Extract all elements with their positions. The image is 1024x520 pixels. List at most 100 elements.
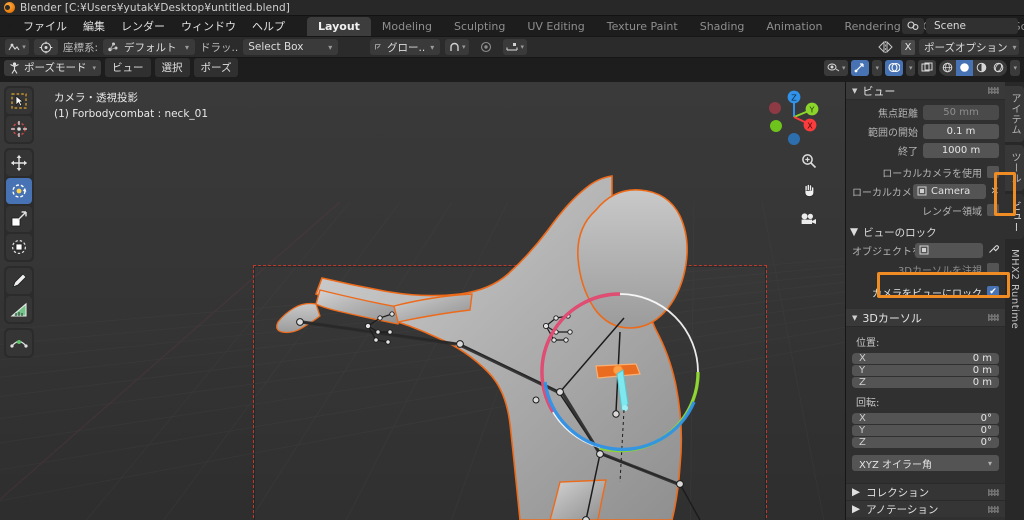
camera-to-view-checkbox[interactable] [987, 286, 999, 298]
tab-uv-editing[interactable]: UV Editing [516, 17, 595, 36]
transform-pivot-dropdown[interactable]: グロー.. ▾ [370, 39, 441, 55]
local-camera-use-checkbox[interactable] [987, 166, 999, 178]
cursor-icon[interactable] [6, 116, 32, 142]
menu-window[interactable]: ウィンドウ [173, 15, 244, 37]
menu-help[interactable]: ヘルプ [244, 15, 293, 37]
scale-icon[interactable] [6, 206, 32, 232]
local-camera-label: ローカルカメラ [852, 187, 922, 199]
overlays-dropdown[interactable]: ▾ [905, 59, 916, 76]
wireframe-icon[interactable] [939, 60, 956, 76]
drag-action-dropdown[interactable]: Select Box ▾ [243, 39, 339, 55]
annotate-icon[interactable] [6, 268, 32, 294]
clip-end-label: 終了 [898, 146, 918, 158]
3d-viewport[interactable]: カメラ・透視投影 (1) Forbodycombat : neck_01 Z Y… [0, 82, 845, 520]
render-region-checkbox[interactable] [987, 204, 999, 216]
character-armature[interactable] [0, 82, 845, 520]
select-box-icon[interactable] [6, 88, 32, 114]
sidebar-tab-item[interactable]: アイテム [1005, 86, 1024, 142]
cursor-location-z[interactable]: Z 0 m [852, 377, 999, 388]
snap-target-icon[interactable]: ▾ [503, 39, 528, 55]
panel-body-view-lock: オブジェクトを.. 3Dカーソルを注視 カメラをビューにロック [846, 240, 1005, 306]
camera-data-icon [917, 186, 927, 196]
spline-icon[interactable] [6, 330, 32, 356]
hand-icon[interactable] [800, 181, 817, 198]
shading-mode-group [939, 59, 1008, 76]
axis-label-x: X [859, 413, 866, 424]
scene-selector: Scene [902, 18, 1018, 34]
move-icon[interactable] [6, 150, 32, 176]
tab-sculpting[interactable]: Sculpting [443, 17, 516, 36]
clip-start-field[interactable]: 0.1 m [923, 123, 999, 139]
tab-animation[interactable]: Animation [755, 17, 833, 36]
local-camera-field[interactable]: Camera [913, 183, 986, 199]
viewport-nav-buttons [800, 152, 817, 227]
chevron-right-icon: ▶ [852, 486, 861, 498]
row-camera-to-view: カメラをビューにロック [852, 284, 999, 300]
clip-end-field[interactable]: 1000 m [923, 142, 999, 158]
symmetry-axis-x-toggle[interactable]: X [901, 39, 915, 55]
solid-icon[interactable] [956, 59, 974, 76]
cursor-rotation-y[interactable]: Y 0° [852, 425, 999, 436]
tab-texture-paint[interactable]: Texture Paint [596, 17, 689, 36]
cursor-location-y-value: 0 m [972, 365, 992, 376]
visibility-icon[interactable]: ▾ [823, 59, 849, 76]
material-preview-icon[interactable] [973, 60, 990, 76]
gizmo-dropdown[interactable]: ▾ [872, 59, 882, 76]
gizmo-icon[interactable] [851, 59, 870, 76]
sidebar-tab-view[interactable]: ビュー [1005, 193, 1024, 239]
scene-name-field[interactable]: Scene [926, 18, 1018, 34]
panel-grip-icon [988, 488, 999, 496]
camera-icon[interactable] [800, 210, 817, 227]
sidebar-tab-tool[interactable]: ツール [1005, 145, 1024, 191]
cursor-location-z-value: 0 m [972, 377, 992, 388]
panel-header-3d-cursor[interactable]: ▼ 3Dカーソル [846, 309, 1005, 327]
zoom-icon[interactable] [800, 152, 817, 169]
proportional-edit-icon[interactable] [474, 39, 498, 55]
panel-header-view-lock[interactable]: ▼ ビューのロック [846, 224, 1005, 240]
menu-edit[interactable]: 編集 [75, 15, 113, 37]
measure-icon[interactable] [6, 296, 32, 322]
sidebar-tab-mhx2-runtime[interactable]: MHX2 Runtime [1007, 242, 1022, 336]
mode-selector[interactable]: ポーズモード ▾ [4, 59, 101, 76]
tab-shading[interactable]: Shading [689, 17, 756, 36]
cursor-lock-checkbox[interactable] [987, 263, 999, 275]
viewport-info-overlay: カメラ・透視投影 (1) Forbodycombat : neck_01 [54, 90, 208, 122]
menu-render[interactable]: レンダー [113, 15, 173, 37]
tab-rendering[interactable]: Rendering [834, 17, 912, 36]
cursor-rotation-x[interactable]: X 0° [852, 413, 999, 424]
sidebar-content: ▼ ビュー 焦点距離 50 mm 範囲の開始 0.1 m 終了 1000 m ロ… [846, 82, 1005, 520]
shading-dropdown[interactable]: ▾ [1010, 59, 1020, 76]
menu-bar: ファイル 編集 レンダー ウィンドウ ヘルプ Layout Modeling S… [0, 16, 1024, 36]
axis-label-y: Y [859, 425, 866, 436]
lock-object-field[interactable] [915, 242, 983, 258]
scene-icon[interactable] [902, 18, 924, 34]
menu-file[interactable]: ファイル [15, 15, 75, 37]
navigation-gizmo[interactable]: Z Y X [763, 86, 825, 148]
rotate-icon[interactable] [6, 178, 32, 204]
transform-icon[interactable] [6, 234, 32, 260]
orientation-dropdown[interactable]: デフォルト ▾ [103, 39, 196, 55]
viewport-menu-view[interactable]: ビュー [105, 58, 151, 77]
snap-icon[interactable] [34, 39, 58, 55]
pose-options-dropdown[interactable]: ポーズオプション ▾ [919, 39, 1019, 55]
x-icon[interactable]: ✕ [991, 186, 999, 197]
symmetry-icon[interactable] [873, 39, 897, 55]
panel-header-annotation[interactable]: ▶ アノテーション [846, 500, 1005, 517]
viewport-menu-pose[interactable]: ポーズ [193, 58, 239, 77]
cursor-rotation-z[interactable]: Z 0° [852, 437, 999, 448]
eyedropper-icon[interactable] [988, 243, 999, 257]
panel-header-view[interactable]: ▼ ビュー [846, 82, 1005, 100]
panel-header-collection[interactable]: ▶ コレクション [846, 483, 1005, 500]
tab-layout[interactable]: Layout [307, 16, 371, 36]
cursor-location-y[interactable]: Y 0 m [852, 365, 999, 376]
rendered-icon[interactable] [990, 60, 1007, 76]
overlays-icon[interactable] [884, 59, 903, 76]
panel-title-view: ビュー [862, 84, 896, 98]
tab-modeling[interactable]: Modeling [371, 17, 443, 36]
rotation-mode-dropdown[interactable]: XYZ オイラー角 ▾ [852, 455, 999, 471]
cursor-location-x[interactable]: X 0 m [852, 353, 999, 364]
xray-icon[interactable] [918, 59, 937, 76]
magnet-icon[interactable]: ▾ [445, 39, 470, 55]
viewport-menu-select[interactable]: 選択 [154, 58, 190, 77]
editor-type-icon[interactable]: ▾ [5, 39, 29, 55]
